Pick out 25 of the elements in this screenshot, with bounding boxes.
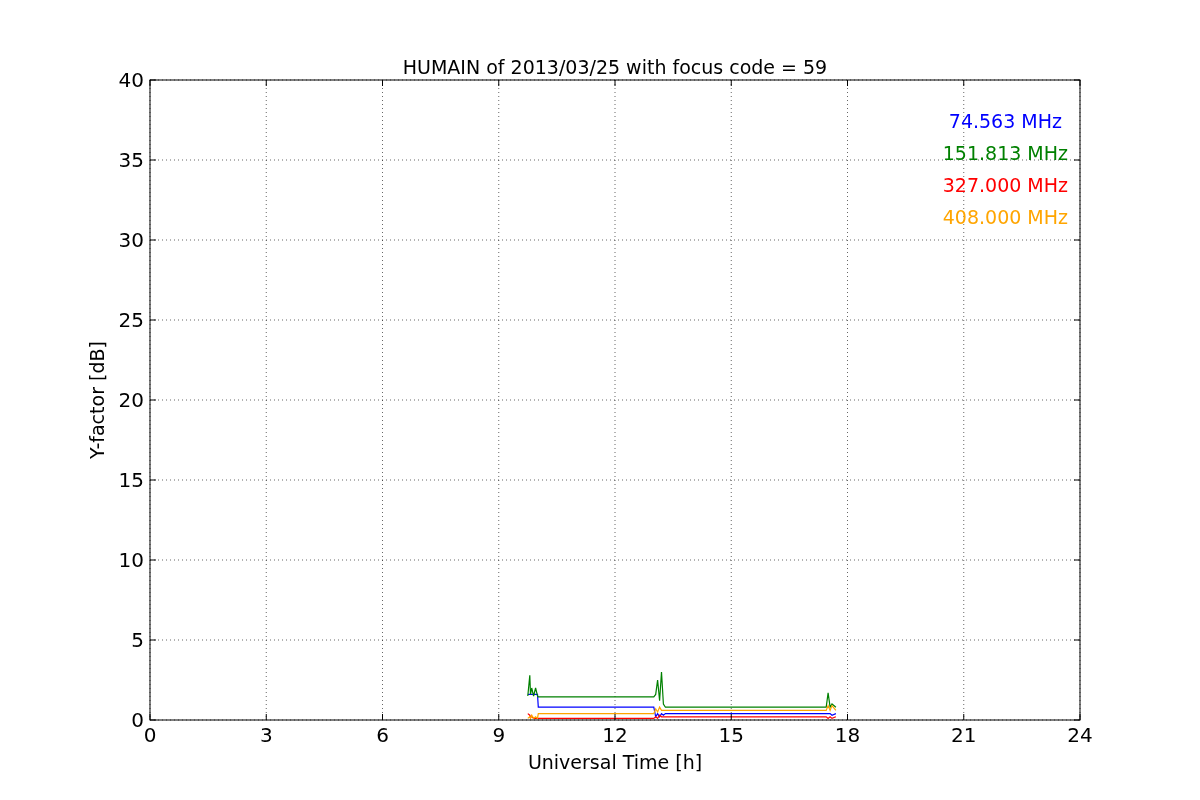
axis-label: Y-factor [dB]	[86, 341, 108, 459]
tick-label: 0	[143, 723, 157, 747]
axis-label: Universal Time [h]	[527, 751, 703, 773]
tick-label: 5	[131, 628, 144, 652]
tick-label: 40	[118, 68, 144, 92]
tick-label: 21	[951, 723, 977, 747]
legend-entry: 327.000 MHz	[942, 174, 1068, 196]
legend-entry: 408.000 MHz	[942, 206, 1068, 228]
tick-label: 12	[602, 723, 628, 747]
legend-entry: 74.563 MHz	[948, 110, 1062, 132]
tick-label: 0	[131, 708, 144, 732]
tick-label: 9	[492, 723, 506, 747]
tick-label: 35	[118, 148, 144, 172]
tick-label: 15	[118, 468, 144, 492]
tick-label: 15	[718, 723, 744, 747]
tick-label: 30	[118, 228, 144, 252]
tick-label: 10	[118, 548, 144, 572]
chart-title: HUMAIN of 2013/03/25 with focus code = 59	[402, 56, 828, 78]
tick-label: 25	[118, 308, 144, 332]
tick-label: 24	[1067, 723, 1093, 747]
legend-entry: 151.813 MHz	[942, 142, 1068, 164]
tick-label: 6	[376, 723, 389, 747]
tick-label: 20	[118, 388, 144, 412]
tick-label: 3	[259, 723, 273, 747]
tick-label: 18	[834, 723, 861, 747]
